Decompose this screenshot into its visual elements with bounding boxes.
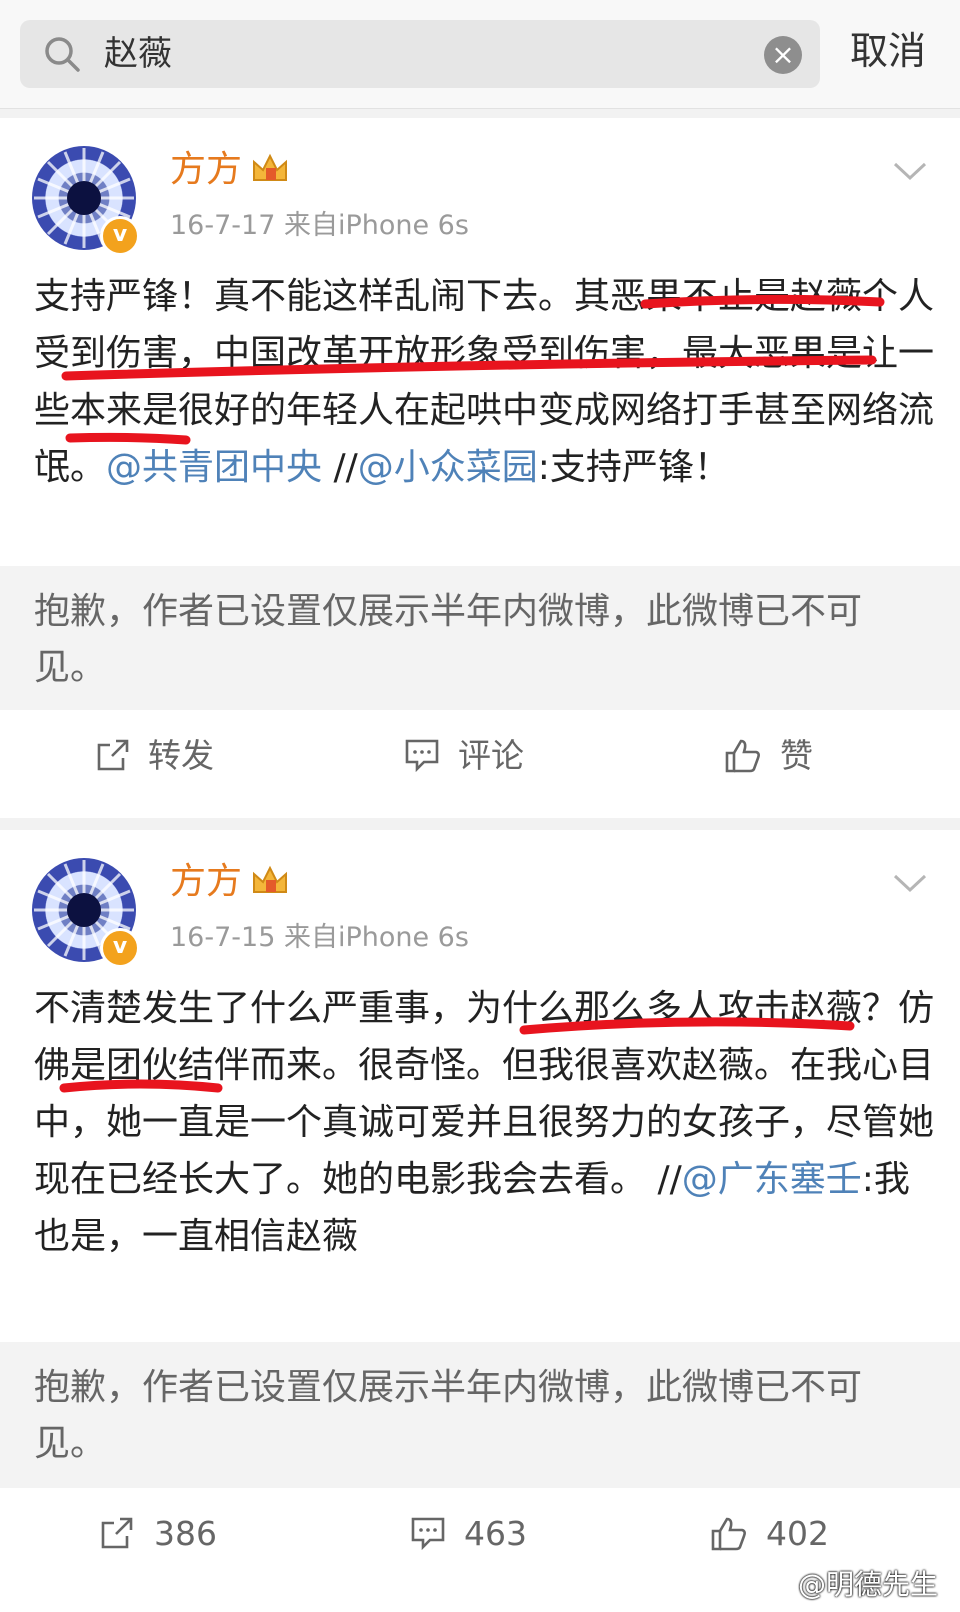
mention-link[interactable]: @广东塞壬 xyxy=(682,1159,862,1200)
search-input[interactable]: 赵薇 × xyxy=(20,20,820,88)
search-icon xyxy=(45,37,80,72)
comment-icon xyxy=(411,1517,445,1550)
repost-count: 386 xyxy=(154,1514,217,1553)
like-label: 赞 xyxy=(780,736,813,775)
comment-label: 评论 xyxy=(458,736,524,775)
search-bar: 赵薇 × 取消 xyxy=(0,0,960,109)
chevron-down-icon[interactable] xyxy=(892,160,928,182)
verified-icon: v xyxy=(100,928,140,968)
post-meta: 16-7-17 来自iPhone 6s xyxy=(170,210,469,241)
post-meta: 16-7-15 来自iPhone 6s xyxy=(170,922,469,953)
like-button[interactable]: 402 xyxy=(710,1492,870,1576)
mention-link[interactable]: @共青团中央 xyxy=(106,447,322,488)
repost-comment: :支持严锋！ xyxy=(537,447,730,488)
retweet-box[interactable]: 抱歉，作者已设置仅展示半年内微博，此微博已不可见。 xyxy=(0,566,960,710)
thumbs-up-icon xyxy=(711,1517,746,1551)
comment-button[interactable]: 463 xyxy=(410,1492,590,1576)
post-card: v 方方 16-7-15 来自iPhone 6s 不清楚发生了什么严重事，为什么… xyxy=(0,830,960,1612)
crown-icon xyxy=(253,865,287,893)
post-card: v 方方 16-7-17 来自iPhone 6s 支持严锋！真不能这样乱闹下去。… xyxy=(0,118,960,818)
comment-button[interactable]: 评论 xyxy=(404,714,584,798)
retweet-unavailable-notice: 抱歉，作者已设置仅展示半年内微博，此微博已不可见。 xyxy=(34,591,863,688)
watermark: @明德先生 xyxy=(797,1568,938,1601)
repost-icon xyxy=(101,1517,133,1549)
repost-separator: // xyxy=(322,447,358,488)
comment-icon xyxy=(405,739,439,772)
repost-icon xyxy=(97,739,129,771)
search-query: 赵薇 xyxy=(104,34,172,74)
chevron-down-icon[interactable] xyxy=(892,872,928,894)
repost-button[interactable]: 386 xyxy=(100,1492,280,1576)
username[interactable]: 方方 xyxy=(170,860,242,904)
comment-count: 463 xyxy=(464,1514,527,1553)
mention-link[interactable]: @小众菜园 xyxy=(358,447,538,488)
post-text: 不清楚发生了什么严重事，为什么那么多人攻击赵薇？仿佛是团伙结伴而来。很奇怪。但我… xyxy=(34,980,934,1265)
retweet-unavailable-notice: 抱歉，作者已设置仅展示半年内微博，此微博已不可见。 xyxy=(34,1367,863,1464)
like-count: 402 xyxy=(766,1514,829,1553)
action-bar: 转发 评论 赞 xyxy=(0,714,960,798)
clear-icon[interactable]: × xyxy=(764,36,802,74)
retweet-box[interactable]: 抱歉，作者已设置仅展示半年内微博，此微博已不可见。 xyxy=(0,1342,960,1488)
username[interactable]: 方方 xyxy=(170,148,242,192)
action-bar: 386 463 402 xyxy=(0,1492,960,1576)
repost-label: 转发 xyxy=(148,736,214,775)
cancel-button[interactable]: 取消 xyxy=(850,26,926,76)
post-text: 支持严锋！真不能这样乱闹下去。其恶果不止是赵薇个人受到伤害，中国改革开放形象受到… xyxy=(34,268,934,496)
verified-icon: v xyxy=(100,216,140,256)
crown-icon xyxy=(253,153,287,181)
thumbs-up-icon xyxy=(725,739,760,773)
like-button[interactable]: 赞 xyxy=(724,714,884,798)
repost-button[interactable]: 转发 xyxy=(96,714,276,798)
